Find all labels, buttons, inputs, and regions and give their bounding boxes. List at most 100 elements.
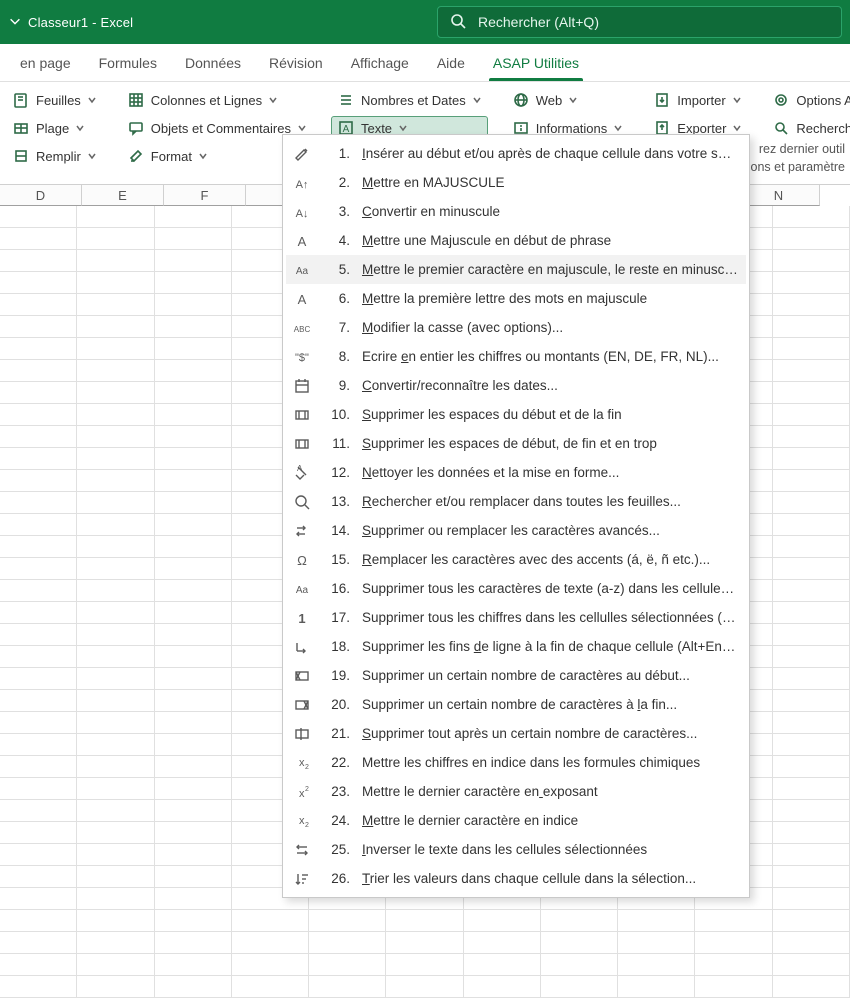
menu-item[interactable]: 9.Convertir/reconnaître les dates... <box>286 371 746 400</box>
cell[interactable] <box>773 954 850 975</box>
cell[interactable] <box>0 910 77 931</box>
menu-item[interactable]: 14.Supprimer ou remplacer les caractères… <box>286 516 746 545</box>
cell[interactable] <box>773 558 850 579</box>
cell[interactable] <box>232 910 309 931</box>
tab-affichage[interactable]: Affichage <box>337 47 423 81</box>
cell[interactable] <box>77 690 154 711</box>
cell[interactable] <box>464 954 541 975</box>
cell[interactable] <box>0 492 77 513</box>
cell[interactable] <box>386 954 463 975</box>
cell[interactable] <box>77 734 154 755</box>
cell[interactable] <box>773 514 850 535</box>
cell[interactable] <box>618 954 695 975</box>
cell[interactable] <box>773 294 850 315</box>
cell[interactable] <box>773 976 850 997</box>
cell[interactable] <box>155 272 232 293</box>
menu-item[interactable]: 25.Inverser le texte dans les cellules s… <box>286 835 746 864</box>
cell[interactable] <box>77 382 154 403</box>
cell[interactable] <box>155 580 232 601</box>
cell[interactable] <box>386 932 463 953</box>
plage-button[interactable]: Plage <box>6 116 103 140</box>
cell[interactable] <box>155 822 232 843</box>
cell[interactable] <box>618 910 695 931</box>
menu-item[interactable]: 117.Supprimer tous les chiffres dans les… <box>286 603 746 632</box>
cell[interactable] <box>695 954 772 975</box>
cell[interactable] <box>77 580 154 601</box>
cell[interactable] <box>0 294 77 315</box>
cell[interactable] <box>77 470 154 491</box>
cell[interactable] <box>155 624 232 645</box>
grid-row[interactable] <box>0 954 850 976</box>
cell[interactable] <box>0 514 77 535</box>
cell[interactable] <box>773 360 850 381</box>
cell[interactable] <box>77 228 154 249</box>
remplir-button[interactable]: Remplir <box>6 144 103 168</box>
cell[interactable] <box>0 976 77 997</box>
grid-row[interactable] <box>0 910 850 932</box>
rechercher-et-d-marrer-un-button[interactable]: Rechercher et démarrer un <box>766 116 850 140</box>
cell[interactable] <box>773 426 850 447</box>
cell[interactable] <box>77 756 154 777</box>
cell[interactable] <box>773 448 850 469</box>
menu-item[interactable]: Aa5.Mettre le premier caractère en majus… <box>286 255 746 284</box>
tab-données[interactable]: Données <box>171 47 255 81</box>
cell[interactable] <box>541 954 618 975</box>
menu-item[interactable]: 18.Supprimer les fins de ligne à la fin … <box>286 632 746 661</box>
cell[interactable] <box>618 932 695 953</box>
menu-item[interactable]: ABC7.Modifier la casse (avec options)... <box>286 313 746 342</box>
cell[interactable] <box>541 976 618 997</box>
cell[interactable] <box>155 316 232 337</box>
cell[interactable] <box>773 668 850 689</box>
cell[interactable] <box>0 888 77 909</box>
cell[interactable] <box>0 206 77 227</box>
menu-item[interactable]: 21.Supprimer tout après un certain nombr… <box>286 719 746 748</box>
cell[interactable] <box>309 910 386 931</box>
cell[interactable] <box>695 976 772 997</box>
cell[interactable] <box>155 756 232 777</box>
cell[interactable] <box>695 910 772 931</box>
cell[interactable] <box>773 536 850 557</box>
cell[interactable] <box>232 932 309 953</box>
web-button[interactable]: Web <box>506 88 630 112</box>
column-header[interactable]: F <box>164 185 246 206</box>
cell[interactable] <box>464 910 541 931</box>
cell[interactable] <box>0 602 77 623</box>
cell[interactable] <box>773 690 850 711</box>
cell[interactable] <box>77 404 154 425</box>
cell[interactable] <box>155 250 232 271</box>
menu-item[interactable]: 26.Trier les valeurs dans chaque cellule… <box>286 864 746 893</box>
cell[interactable] <box>77 976 154 997</box>
cell[interactable] <box>77 272 154 293</box>
cell[interactable] <box>0 646 77 667</box>
grid-row[interactable] <box>0 932 850 954</box>
cell[interactable] <box>773 866 850 887</box>
cell[interactable] <box>77 624 154 645</box>
cell[interactable] <box>773 470 850 491</box>
cell[interactable] <box>77 536 154 557</box>
cell[interactable] <box>232 976 309 997</box>
cell[interactable] <box>0 580 77 601</box>
cell[interactable] <box>464 932 541 953</box>
cell[interactable] <box>155 668 232 689</box>
cell[interactable] <box>77 668 154 689</box>
cell[interactable] <box>541 932 618 953</box>
menu-item[interactable]: A12.Nettoyer les données et la mise en f… <box>286 458 746 487</box>
menu-item[interactable]: x224.Mettre le dernier caractère en indi… <box>286 806 746 835</box>
cell[interactable] <box>0 360 77 381</box>
cell[interactable] <box>309 954 386 975</box>
cell[interactable] <box>0 404 77 425</box>
cell[interactable] <box>0 272 77 293</box>
cell[interactable] <box>77 250 154 271</box>
cell[interactable] <box>0 954 77 975</box>
titlebar-dropdown-icon[interactable] <box>8 14 22 31</box>
cell[interactable] <box>773 228 850 249</box>
cell[interactable] <box>77 844 154 865</box>
cell[interactable] <box>0 382 77 403</box>
cell[interactable] <box>155 712 232 733</box>
cell[interactable] <box>155 492 232 513</box>
cell[interactable] <box>386 910 463 931</box>
menu-item[interactable]: Ω15.Remplacer les caractères avec des ac… <box>286 545 746 574</box>
cell[interactable] <box>77 338 154 359</box>
cell[interactable] <box>773 404 850 425</box>
cell[interactable] <box>155 426 232 447</box>
